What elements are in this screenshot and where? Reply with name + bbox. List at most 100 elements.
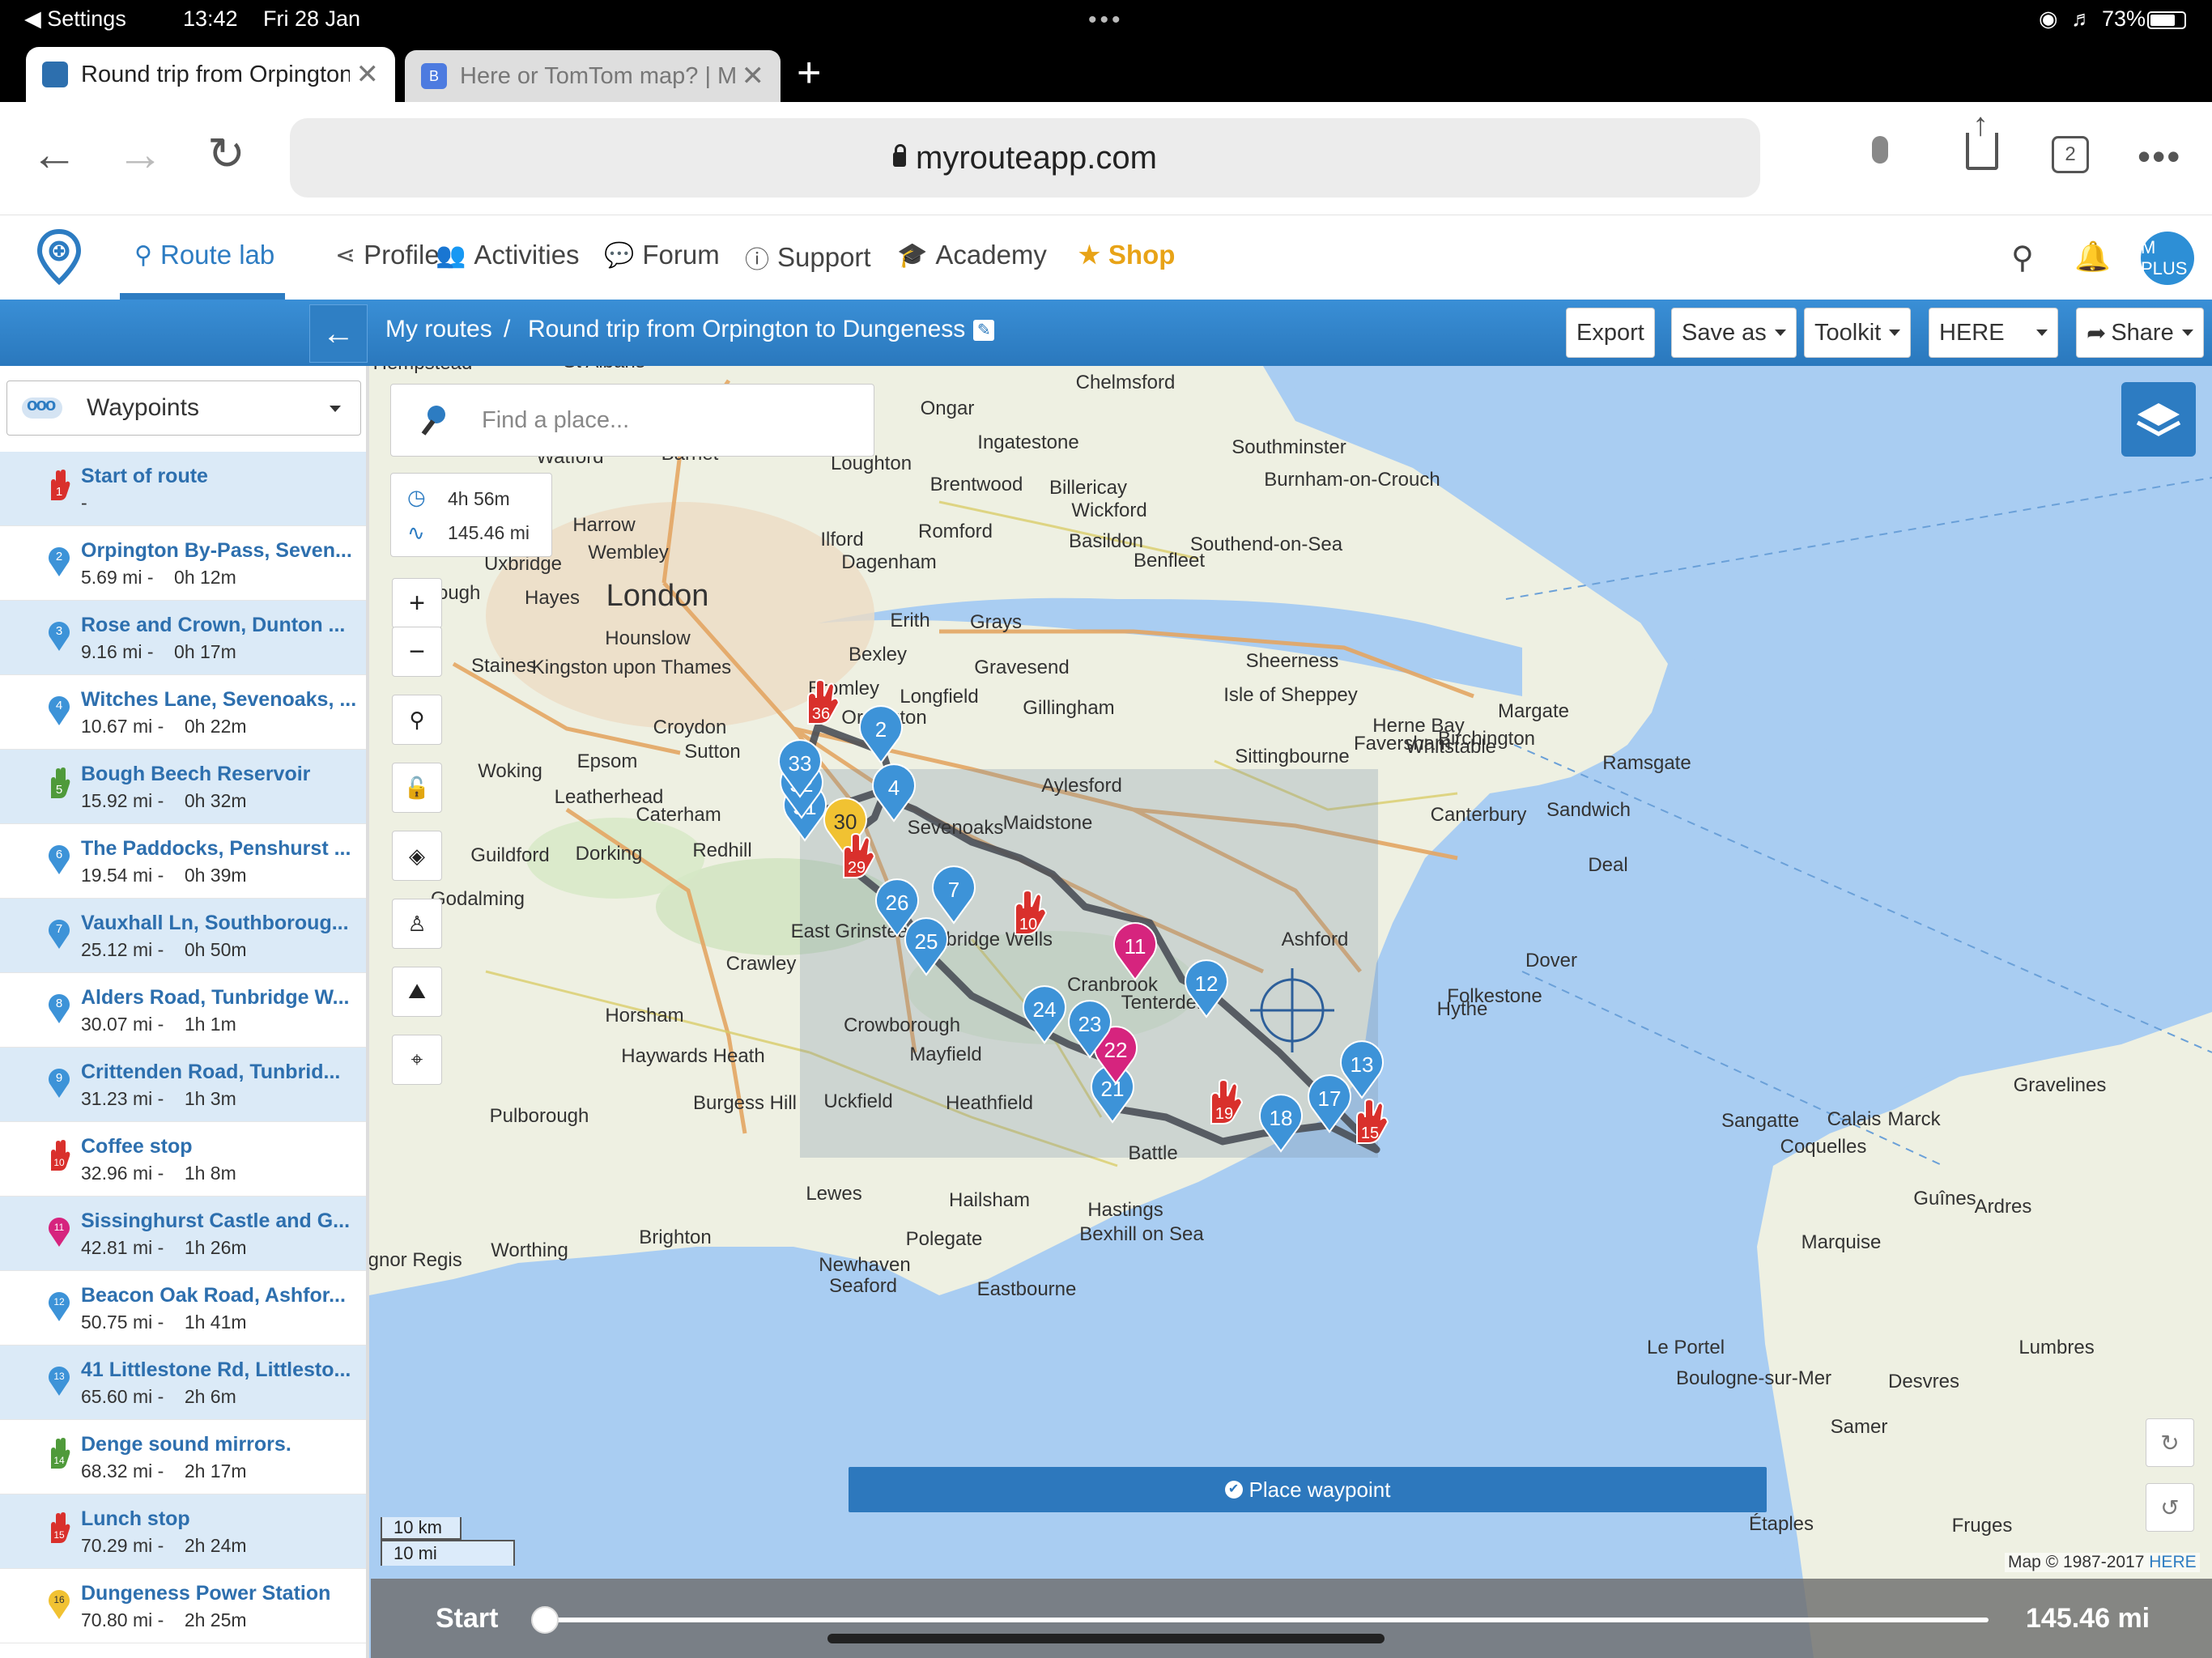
nav-academy[interactable]: 🎓 Academy <box>897 240 1047 270</box>
slider-handle[interactable] <box>531 1606 559 1634</box>
route-duration: 4h 56m <box>448 488 510 509</box>
slider-track[interactable] <box>546 1618 1989 1622</box>
waypoint-row[interactable]: 14 Denge sound mirrors. 68.32 mi - 2h 17m <box>0 1420 366 1494</box>
distance-icon: ∿ <box>407 521 425 545</box>
place-label: Seaford <box>829 1275 897 1297</box>
waypoint-row[interactable]: 12 Beacon Oak Road, Ashfor... 50.75 mi - 1… <box>0 1271 366 1346</box>
nav-label: Forum <box>642 240 720 270</box>
button-label: HERE <box>1939 319 2005 346</box>
search-icon[interactable]: ⚲ <box>2011 240 2034 276</box>
3d-view-button[interactable]: ◈ <box>392 831 442 881</box>
locate-me-button[interactable]: ⌖ <box>392 1035 442 1085</box>
waypoint-row[interactable]: 4 Witches Lane, Sevenoaks, ... 10.67 mi - … <box>0 675 366 750</box>
new-tab-icon[interactable]: + <box>797 49 821 97</box>
waypoint-title: Sissinghurst Castle and G... <box>81 1209 351 1232</box>
map-provider-select[interactable]: HERE <box>1929 308 2058 358</box>
place-label: Deal <box>1588 854 1627 876</box>
place-label: Longfield <box>900 686 978 708</box>
redo-button[interactable]: ↻ <box>2146 1418 2194 1467</box>
scale-mi: 10 mi <box>381 1540 515 1566</box>
myrouteapp-logo[interactable] <box>36 228 83 285</box>
waypoint-row[interactable]: 3 Rose and Crown, Dunton ... 9.16 mi - 0h … <box>0 601 366 675</box>
zoom-out-button[interactable]: − <box>392 627 442 677</box>
elevation-chart-icon: ⛰ <box>408 979 426 1003</box>
waypoint-row[interactable]: 16 Dungeness Power Station 70.80 mi - 2h 2… <box>0 1569 366 1643</box>
layers-icon <box>2136 403 2181 436</box>
copyright-brand[interactable]: HERE <box>2149 1553 2196 1571</box>
map-layers-button[interactable] <box>2121 382 2196 457</box>
more-options-icon[interactable]: ••• <box>2138 134 2181 178</box>
place-label: Uckfield <box>823 1090 892 1112</box>
place-label: Crowborough <box>844 1014 960 1036</box>
place-label: Newhaven <box>819 1254 910 1276</box>
tab-close-icon[interactable]: ✕ <box>356 58 380 91</box>
place-label: Desvres <box>1888 1371 1959 1392</box>
place-label: Wembley <box>588 542 669 563</box>
place-label: Mayfield <box>909 1044 981 1065</box>
waypoint-row[interactable]: 5 Bough Beech Reservoir 15.92 mi - 0h 32m <box>0 750 366 824</box>
edit-icon[interactable]: ✎ <box>973 320 995 342</box>
place-search-box[interactable]: Find a place... <box>390 384 874 457</box>
browser-tab-active[interactable]: Round trip from Orpington ✕ <box>26 47 395 102</box>
waypoint-pin-icon: 2 <box>49 547 70 576</box>
breadcrumb-my-routes[interactable]: My routes <box>385 316 492 343</box>
nav-shop[interactable]: ★ Shop <box>1078 240 1175 270</box>
nav-label: Academy <box>935 240 1047 270</box>
waypoint-row[interactable]: 9 Crittenden Road, Tunbrid... 31.23 mi - 1… <box>0 1048 366 1122</box>
reload-icon[interactable]: ↻ <box>207 131 245 176</box>
toolkit-button[interactable]: Toolkit <box>1804 308 1912 358</box>
waypoint-row[interactable]: 10 Coffee stop 32.96 mi - 1h 8m <box>0 1122 366 1197</box>
waypoint-row[interactable]: 11 Sissinghurst Castle and G... 42.81 mi -… <box>0 1197 366 1271</box>
undo-button[interactable]: ↺ <box>2146 1483 2194 1532</box>
waypoint-row[interactable]: 13 41 Littlestone Rd, Littlesto... 65.60 m… <box>0 1346 366 1420</box>
map-layer: Chelmsford London Hounslow Croydon Sutton Bex… <box>369 366 2212 1658</box>
export-button[interactable]: Export <box>1566 308 1655 358</box>
place-label: Sittingbourne <box>1235 746 1349 767</box>
nav-route-lab[interactable]: ⚲ Route lab <box>134 240 274 270</box>
share-sheet-icon[interactable] <box>1966 107 1998 170</box>
place-label: Ingatestone <box>977 432 1078 453</box>
place-label: St Albans <box>563 366 644 372</box>
url-text: myrouteapp.com <box>916 139 1157 176</box>
waypoint-distance-time: 70.29 mi - 2h 24m <box>81 1535 247 1556</box>
microphone-icon[interactable] <box>1872 136 1888 164</box>
save-as-button[interactable]: Save as <box>1671 308 1797 358</box>
waypoint-row[interactable]: 15 Lunch stop 70.29 mi - 2h 24m <box>0 1494 366 1569</box>
bell-icon[interactable]: 🔔 <box>2074 240 2111 274</box>
waypoint-row[interactable]: 2 Orpington By-Pass, Seven... 5.69 mi - 0h… <box>0 526 366 601</box>
map-canvas[interactable]: Chelmsford London Hounslow Croydon Sutton Bex… <box>369 366 2212 1658</box>
multitask-dots-icon[interactable]: ••• <box>1088 6 1124 34</box>
waypoint-row[interactable]: 6 The Paddocks, Penshurst ... 19.54 mi - 0… <box>0 824 366 899</box>
search-input[interactable]: Find a place... <box>482 407 629 434</box>
waypoint-row[interactable]: 1 Start of route - <box>0 452 366 526</box>
waypoint-tool-button[interactable]: ⚲ <box>392 695 442 745</box>
waypoint-pin-icon: 8 <box>49 994 70 1023</box>
forward-arrow-icon[interactable]: → <box>117 131 164 178</box>
place-label: Grays <box>970 611 1022 633</box>
browser-tab-inactive[interactable]: B Here or TomTom map? | M ✕ <box>405 50 781 102</box>
route-title[interactable]: Round trip from Orpington to Dungeness ✎ <box>528 316 995 343</box>
street-view-button[interactable]: ♙ <box>392 899 442 949</box>
back-arrow-icon[interactable]: ← <box>31 131 78 178</box>
place-label: Ongar <box>921 397 975 419</box>
avatar[interactable]: M PLUS <box>2141 232 2194 285</box>
elevation-button[interactable]: ⛰ <box>392 967 442 1017</box>
status-back-link[interactable]: ◀ Settings <box>24 6 126 32</box>
waypoints-dropdown[interactable]: Waypoints <box>6 380 361 436</box>
collapse-sidebar-button[interactable]: ← <box>309 304 368 363</box>
place-label: Hempstead <box>373 366 473 374</box>
waypoint-row[interactable]: 8 Alders Road, Tunbridge W... 30.07 mi - 1… <box>0 973 366 1048</box>
tab-overview-button[interactable]: 2 <box>2052 136 2089 173</box>
nav-activities[interactable]: 👥 Activities <box>436 240 580 270</box>
zoom-in-button[interactable]: + <box>392 578 442 628</box>
waypoint-title: 41 Littlestone Rd, Littlesto... <box>81 1358 351 1381</box>
nav-profile[interactable]: ⋖ Profile <box>335 240 440 270</box>
nav-support[interactable]: ⓘ Support <box>745 240 871 275</box>
nav-forum[interactable]: 💬 Forum <box>604 240 720 270</box>
place-waypoint-button[interactable]: ✔ Place waypoint <box>849 1467 1767 1512</box>
lock-tool-button[interactable]: 🔓 <box>392 763 442 813</box>
waypoint-row[interactable]: 7 Vauxhall Ln, Southboroug... 25.12 mi - 0… <box>0 899 366 973</box>
tab-close-icon[interactable]: ✕ <box>742 60 765 92</box>
address-bar[interactable]: myrouteapp.com <box>290 118 1760 198</box>
share-button[interactable]: ➦ Share <box>2076 308 2204 358</box>
